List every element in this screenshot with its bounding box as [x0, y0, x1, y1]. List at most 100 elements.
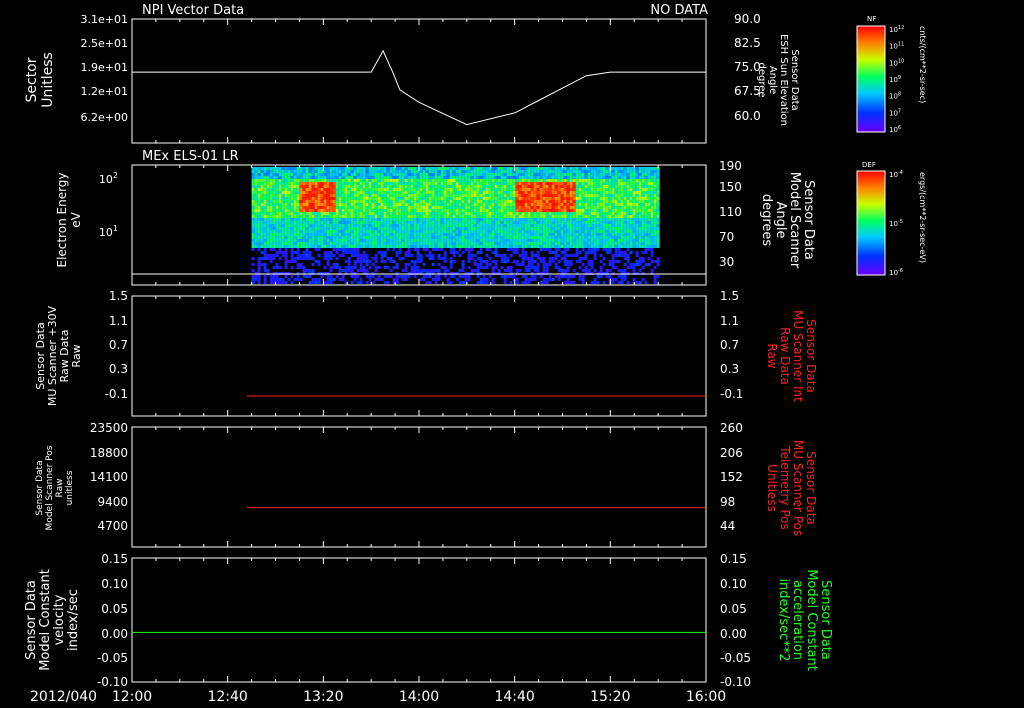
- spectrogram-cell: [407, 212, 411, 215]
- spectrogram-cell: [623, 278, 627, 281]
- spectrogram-cell: [575, 194, 579, 197]
- spectrogram-cell: [467, 209, 471, 212]
- spectrogram-cell: [362, 251, 366, 254]
- spectrogram-cell: [608, 212, 612, 215]
- colorbar-def: DEF 10-410-510-6 ergs/(cm**2-sr-sec-eV): [856, 161, 927, 277]
- spectrogram-cell: [266, 170, 270, 173]
- spectrogram-cell: [458, 221, 462, 224]
- y2-tick-label: 0.3: [720, 362, 739, 376]
- spectrogram-cell: [449, 260, 453, 263]
- spectrogram-cell: [578, 230, 582, 233]
- spectrogram-cell: [254, 176, 258, 179]
- spectrogram-cell: [536, 170, 540, 173]
- spectrogram-cell: [332, 242, 336, 245]
- spectrogram-cell: [278, 176, 282, 179]
- spectrogram-cell: [332, 200, 336, 203]
- spectrogram-cell: [536, 176, 540, 179]
- spectrogram-cell: [398, 206, 402, 209]
- spectrogram-cell: [341, 224, 345, 227]
- spectrogram-cell: [506, 236, 510, 239]
- spectrogram-cell: [272, 176, 276, 179]
- spectrogram-cell: [542, 173, 546, 176]
- spectrogram-cell: [302, 266, 306, 269]
- spectrogram-cell: [479, 182, 483, 185]
- spectrogram-cell: [518, 176, 522, 179]
- spectrogram-cell: [533, 176, 537, 179]
- spectrogram-cell: [302, 173, 306, 176]
- spectrogram-cell: [608, 200, 612, 203]
- spectrogram-cell: [560, 257, 564, 260]
- spectrogram-cell: [263, 248, 267, 251]
- spectrogram-cell: [428, 281, 432, 284]
- spectrogram-cell: [401, 212, 405, 215]
- spectrogram-cell: [293, 227, 297, 230]
- spectrogram-cell: [377, 266, 381, 269]
- spectrogram-cell: [380, 236, 384, 239]
- spectrogram-cell: [647, 221, 651, 224]
- spectrogram-cell: [539, 230, 543, 233]
- spectrogram-cell: [569, 197, 573, 200]
- spectrogram-cell: [563, 227, 567, 230]
- spectrogram-cell: [569, 182, 573, 185]
- spectrogram-cell: [515, 191, 519, 194]
- spectrogram-cell: [611, 212, 615, 215]
- spectrogram-cell: [422, 236, 426, 239]
- spectrogram-cell: [575, 218, 579, 221]
- spectrogram-cell: [311, 236, 315, 239]
- spectrogram-cell: [452, 170, 456, 173]
- spectrogram-cell: [650, 230, 654, 233]
- spectrogram-cell: [479, 227, 483, 230]
- spectrogram-cell: [353, 239, 357, 242]
- spectrogram-cell: [638, 224, 642, 227]
- spectrogram-cell: [359, 167, 363, 170]
- spectrogram-cell: [635, 224, 639, 227]
- spectrogram-cell: [584, 215, 588, 218]
- spectrogram-cell: [479, 212, 483, 215]
- spectrogram-cell: [476, 176, 480, 179]
- spectrogram-cell: [560, 194, 564, 197]
- spectrogram-cell: [482, 230, 486, 233]
- colorbar-unit: cnts/(cm**2-sr-sec): [918, 26, 927, 103]
- spectrogram-cell: [485, 209, 489, 212]
- spectrogram-cell: [299, 179, 303, 182]
- spectrogram-cell: [647, 185, 651, 188]
- spectrogram-cell: [548, 185, 552, 188]
- spectrogram-cell: [503, 236, 507, 239]
- spectrogram-cell: [557, 248, 561, 251]
- spectrogram-cell: [398, 212, 402, 215]
- spectrogram-cell: [254, 170, 258, 173]
- spectrogram-cell: [551, 197, 555, 200]
- spectrogram-cell: [485, 212, 489, 215]
- spectrogram-cell: [479, 218, 483, 221]
- svg-text:Sensor Data: Sensor Data: [35, 460, 45, 515]
- spectrogram-cell: [377, 230, 381, 233]
- spectrogram-cell: [554, 212, 558, 215]
- spectrogram-cell: [536, 209, 540, 212]
- spectrogram-cell: [425, 167, 429, 170]
- spectrogram-cell: [650, 251, 654, 254]
- spectrogram-cell: [398, 224, 402, 227]
- spectrogram-cell: [449, 257, 453, 260]
- spectrogram-cell: [287, 203, 291, 206]
- spectrogram-cell: [413, 242, 417, 245]
- spectrogram-cell: [410, 260, 414, 263]
- spectrogram-cell: [434, 197, 438, 200]
- spectrogram-cell: [437, 182, 441, 185]
- spectrogram-cell: [587, 242, 591, 245]
- spectrogram-cell: [347, 215, 351, 218]
- spectrogram-cell: [488, 239, 492, 242]
- spectrogram-cell: [584, 197, 588, 200]
- spectrogram-cell: [455, 218, 459, 221]
- spectrogram-cell: [458, 212, 462, 215]
- spectrogram-cell: [530, 224, 534, 227]
- spectrogram-cell: [479, 221, 483, 224]
- spectrogram-cell: [317, 236, 321, 239]
- spectrogram-cell: [404, 194, 408, 197]
- spectrogram-cell: [644, 227, 648, 230]
- spectrogram-cell: [515, 206, 519, 209]
- spectrogram-cell: [641, 224, 645, 227]
- spectrogram-cell: [326, 179, 330, 182]
- spectrogram-cell: [326, 260, 330, 263]
- spectrogram-cell: [638, 227, 642, 230]
- spectrogram-cell: [557, 203, 561, 206]
